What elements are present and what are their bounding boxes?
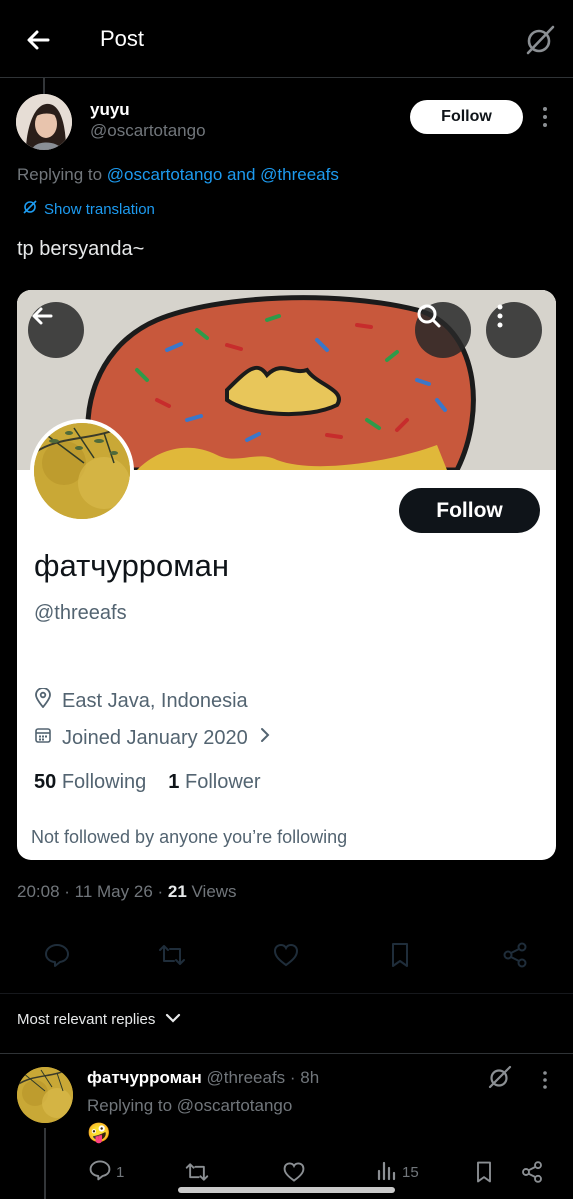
reply-reply-button[interactable]: 1 [88, 1159, 124, 1185]
location-icon [34, 687, 52, 714]
views-label[interactable]: Views [187, 882, 237, 901]
post-timestamp: 20:08 · 11 May 26 · [17, 882, 168, 901]
divider [0, 993, 573, 994]
share-icon[interactable] [500, 940, 530, 970]
chevron-down-icon [165, 1011, 181, 1028]
chevron-right-icon [258, 726, 272, 750]
divider [0, 1053, 573, 1054]
share-icon[interactable] [520, 1159, 544, 1185]
card-not-followed: Not followed by anyone you’re following [31, 827, 348, 847]
translate-icon [22, 199, 38, 219]
grok-icon[interactable] [487, 1064, 513, 1090]
back-arrow-icon[interactable] [22, 24, 54, 56]
bookmark-icon[interactable] [473, 1159, 495, 1185]
grok-icon[interactable] [522, 22, 558, 58]
more-vertical-icon[interactable] [536, 1070, 554, 1090]
sort-replies-dropdown[interactable]: Most relevant replies [17, 1011, 181, 1028]
replying-to: Replying to @oscartotango and @threeafs [17, 165, 339, 185]
sort-label: Most relevant replies [17, 1011, 156, 1028]
home-indicator[interactable] [178, 1187, 395, 1193]
show-translation-button[interactable]: Show translation [22, 199, 155, 219]
card-profile-handle: @threeafs [34, 602, 127, 624]
replying-prefix: Replying to [17, 165, 107, 184]
search-icon [415, 302, 471, 358]
post-meta: 20:08 · 11 May 26 · 21 Views [17, 882, 237, 902]
views-button[interactable]: 15 [376, 1159, 419, 1185]
bookmark-icon[interactable] [385, 940, 415, 970]
replying-mentions[interactable]: @oscartotango and @threeafs [107, 165, 339, 184]
card-location-text: East Java, Indonesia [62, 689, 248, 712]
post-action-bar [0, 932, 573, 976]
show-translation-label: Show translation [44, 200, 155, 218]
card-avatar [30, 419, 134, 523]
card-followers: 1 Follower [168, 771, 261, 793]
follow-button[interactable]: Follow [410, 100, 523, 134]
card-more-icon [486, 302, 542, 358]
calendar-icon [34, 726, 52, 750]
top-bar: Post [0, 0, 573, 78]
reply-count: 1 [116, 1163, 125, 1181]
reply-text: 🤪 [87, 1123, 111, 1144]
author-name[interactable]: yuyu [90, 100, 130, 120]
card-location: East Java, Indonesia [34, 687, 248, 714]
views-count[interactable]: 21 [168, 882, 187, 901]
reply-avatar[interactable] [17, 1067, 73, 1123]
post-text: tp bersyanda~ [17, 238, 145, 260]
reply-action-bar: 1 15 [0, 1155, 573, 1189]
more-vertical-icon[interactable] [533, 104, 557, 130]
views-icon [376, 1159, 398, 1185]
reply-replying-to: Replying to @oscartotango [87, 1096, 293, 1115]
like-icon[interactable] [271, 940, 301, 970]
card-follow-button: Follow [399, 488, 540, 533]
card-following: 50 Following [34, 771, 147, 793]
reply-handle-time[interactable]: @threeafs · 8h [202, 1068, 319, 1087]
reply-author-name[interactable]: фатчурроман [87, 1068, 202, 1087]
author-avatar[interactable] [16, 94, 72, 150]
repost-icon[interactable] [157, 940, 187, 970]
card-profile-name: фатчурроман [34, 548, 229, 583]
card-follow-stats: 50 Following 1 Follower [34, 771, 261, 794]
repost-icon[interactable] [184, 1159, 210, 1185]
reply-icon[interactable] [42, 940, 72, 970]
attached-image[interactable]: Follow фатчурроман @threeafs East Java, … [17, 290, 556, 860]
card-joined: Joined January 2020 [34, 726, 272, 750]
reply-header: фатчурроман @threeafs · 8h [87, 1068, 319, 1088]
card-back-icon [28, 302, 84, 358]
reply-views-count: 15 [402, 1163, 419, 1181]
card-joined-text: Joined January 2020 [62, 726, 248, 749]
page-title: Post [100, 26, 145, 51]
reply-icon [88, 1158, 112, 1186]
like-icon[interactable] [282, 1159, 306, 1185]
author-handle[interactable]: @oscartotango [90, 121, 206, 141]
